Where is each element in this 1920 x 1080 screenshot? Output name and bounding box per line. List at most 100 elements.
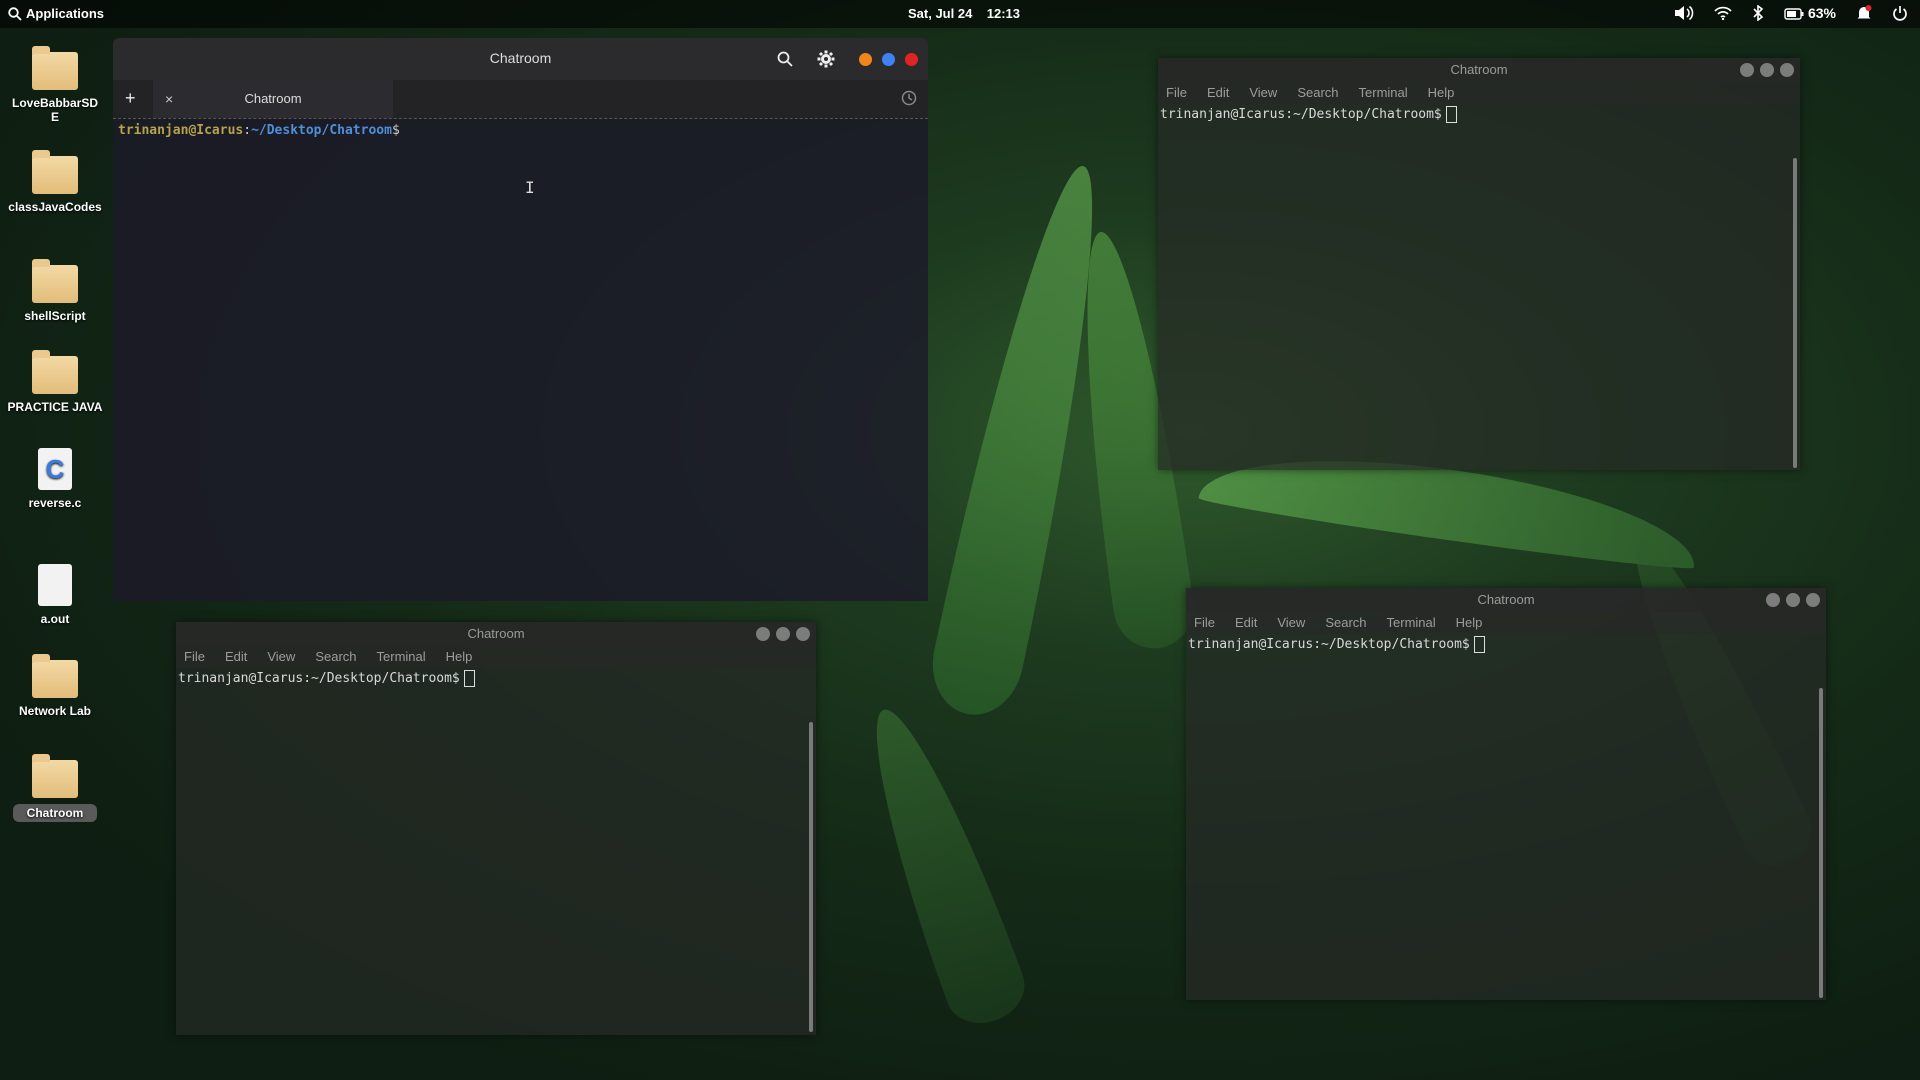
menu-help[interactable]: Help xyxy=(1428,82,1455,104)
system-tray: 63% xyxy=(1674,5,1908,21)
window-title: Chatroom xyxy=(489,50,552,66)
window-titlebar[interactable]: Chatroom xyxy=(1158,58,1800,82)
window-titlebar[interactable]: Chatroom xyxy=(1186,588,1826,612)
menu-file[interactable]: File xyxy=(184,646,205,668)
minimize-button[interactable] xyxy=(1766,593,1780,607)
window-title: Chatroom xyxy=(1477,592,1535,607)
terminal-content[interactable]: trinanjan@Icarus:~/Desktop/Chatroom$ xyxy=(1186,634,1826,655)
minimize-button[interactable] xyxy=(859,52,872,66)
window-title: Chatroom xyxy=(1450,62,1508,77)
tab-label: Chatroom xyxy=(244,91,302,106)
bluetooth-icon[interactable] xyxy=(1752,5,1764,21)
folder-icon xyxy=(32,150,78,194)
terminal-cursor xyxy=(463,670,475,687)
time-label: 12:13 xyxy=(986,6,1021,21)
add-tab-button[interactable]: + xyxy=(125,88,136,108)
scrollbar[interactable] xyxy=(809,722,813,1032)
main-terminal-window: Chatroom + × Chatroom trinanjan@Icarus:~… xyxy=(113,38,928,601)
menu-search[interactable]: Search xyxy=(1325,612,1366,634)
menu-edit[interactable]: Edit xyxy=(225,646,247,668)
tab-bar: + × Chatroom xyxy=(113,80,928,118)
wifi-icon[interactable] xyxy=(1714,6,1732,20)
volume-icon[interactable] xyxy=(1674,5,1694,21)
desktop-item-chatroom[interactable]: Chatroom xyxy=(0,754,110,822)
maximize-button[interactable] xyxy=(1760,63,1774,77)
gear-icon[interactable] xyxy=(817,50,835,68)
prompt-separator: : xyxy=(243,123,252,138)
wallpaper-fern xyxy=(845,696,1035,1034)
desktop-item-lovebabbarsde[interactable]: LoveBabbarSDE xyxy=(0,46,110,124)
terminal-window-top-right: Chatroom File Edit View Search Terminal … xyxy=(1158,58,1800,470)
menu-terminal[interactable]: Terminal xyxy=(377,646,426,668)
terminal-content[interactable]: trinanjan@Icarus:~/Desktop/Chatroom$ xyxy=(113,118,928,142)
terminal-line: trinanjan@Icarus:~/Desktop/Chatroom$ xyxy=(1160,107,1442,122)
window-titlebar[interactable]: Chatroom xyxy=(113,38,928,80)
menu-bar: File Edit View Search Terminal Help xyxy=(1186,612,1826,634)
minimize-button[interactable] xyxy=(756,627,770,641)
applications-label: Applications xyxy=(26,6,105,21)
close-button[interactable] xyxy=(1806,593,1820,607)
desktop-item-network-lab[interactable]: Network Lab xyxy=(0,654,110,718)
terminal-cursor xyxy=(1445,106,1457,123)
desktop-item-classjavacodes[interactable]: classJavaCodes xyxy=(0,150,110,214)
tab-chatroom[interactable]: × Chatroom xyxy=(153,80,393,118)
close-tab-button[interactable]: × xyxy=(165,80,173,118)
top-panel: Applications Sat, Jul 24 12:13 63% xyxy=(0,0,1920,28)
menu-search[interactable]: Search xyxy=(1297,82,1338,104)
battery-percent: 63% xyxy=(1807,5,1836,21)
prompt-symbol: $ xyxy=(391,123,400,138)
menu-terminal[interactable]: Terminal xyxy=(1387,612,1436,634)
menu-view[interactable]: View xyxy=(1249,82,1277,104)
desktop-item-reverse-c[interactable]: C reverse.c xyxy=(0,448,110,510)
terminal-window-bottom-right: Chatroom File Edit View Search Terminal … xyxy=(1186,588,1826,1000)
folder-icon xyxy=(32,46,78,90)
window-titlebar[interactable]: Chatroom xyxy=(176,622,816,646)
battery-indicator[interactable]: 63% xyxy=(1784,5,1836,21)
menu-terminal[interactable]: Terminal xyxy=(1359,82,1408,104)
search-icon[interactable] xyxy=(777,51,793,67)
menu-edit[interactable]: Edit xyxy=(1207,82,1229,104)
battery-icon xyxy=(1784,8,1804,20)
maximize-button[interactable] xyxy=(776,627,790,641)
menu-file[interactable]: File xyxy=(1166,82,1187,104)
maximize-button[interactable] xyxy=(882,52,895,66)
desktop-item-shellscript[interactable]: shellScript xyxy=(0,259,110,323)
menu-search[interactable]: Search xyxy=(315,646,356,668)
desktop-item-label: PRACTICE JAVA xyxy=(7,400,103,414)
history-icon[interactable] xyxy=(900,89,918,107)
scrollbar[interactable] xyxy=(1793,158,1797,468)
desktop-item-label: Network Lab xyxy=(18,704,91,718)
minimize-button[interactable] xyxy=(1740,63,1754,77)
date-label: Sat, Jul 24 xyxy=(908,6,973,21)
terminal-content[interactable]: trinanjan@Icarus:~/Desktop/Chatroom$ xyxy=(176,668,816,689)
maximize-button[interactable] xyxy=(1786,593,1800,607)
desktop-item-a-out[interactable]: a.out xyxy=(0,564,110,626)
terminal-content[interactable]: trinanjan@Icarus:~/Desktop/Chatroom$ xyxy=(1158,104,1800,125)
text-cursor-icon: I xyxy=(525,178,535,197)
menu-view[interactable]: View xyxy=(1277,612,1305,634)
c-source-file-icon: C xyxy=(38,448,72,490)
scrollbar[interactable] xyxy=(1819,688,1823,998)
folder-icon xyxy=(32,350,78,394)
menu-view[interactable]: View xyxy=(267,646,295,668)
desktop-item-practice-java[interactable]: PRACTICE JAVA xyxy=(0,350,110,414)
menu-file[interactable]: File xyxy=(1194,612,1215,634)
menu-edit[interactable]: Edit xyxy=(1235,612,1257,634)
power-icon[interactable] xyxy=(1892,5,1908,21)
applications-menu[interactable]: Applications xyxy=(8,6,104,21)
terminal-line: trinanjan@Icarus:~/Desktop/Chatroom$ xyxy=(178,671,460,686)
notification-bell-icon[interactable] xyxy=(1856,5,1872,21)
close-button[interactable] xyxy=(905,52,918,66)
folder-icon xyxy=(32,259,78,303)
close-button[interactable] xyxy=(796,627,810,641)
clock[interactable]: Sat, Jul 24 12:13 xyxy=(908,6,1020,21)
menu-help[interactable]: Help xyxy=(1456,612,1483,634)
file-icon xyxy=(38,564,72,606)
close-button[interactable] xyxy=(1780,63,1794,77)
desktop-item-label: LoveBabbarSDE xyxy=(11,96,99,124)
prompt-path: ~/Desktop/Chatroom xyxy=(251,123,392,138)
terminal-line: trinanjan@Icarus:~/Desktop/Chatroom$ xyxy=(1188,637,1470,652)
menu-bar: File Edit View Search Terminal Help xyxy=(176,646,816,668)
terminal-cursor xyxy=(1473,636,1485,653)
menu-help[interactable]: Help xyxy=(446,646,473,668)
